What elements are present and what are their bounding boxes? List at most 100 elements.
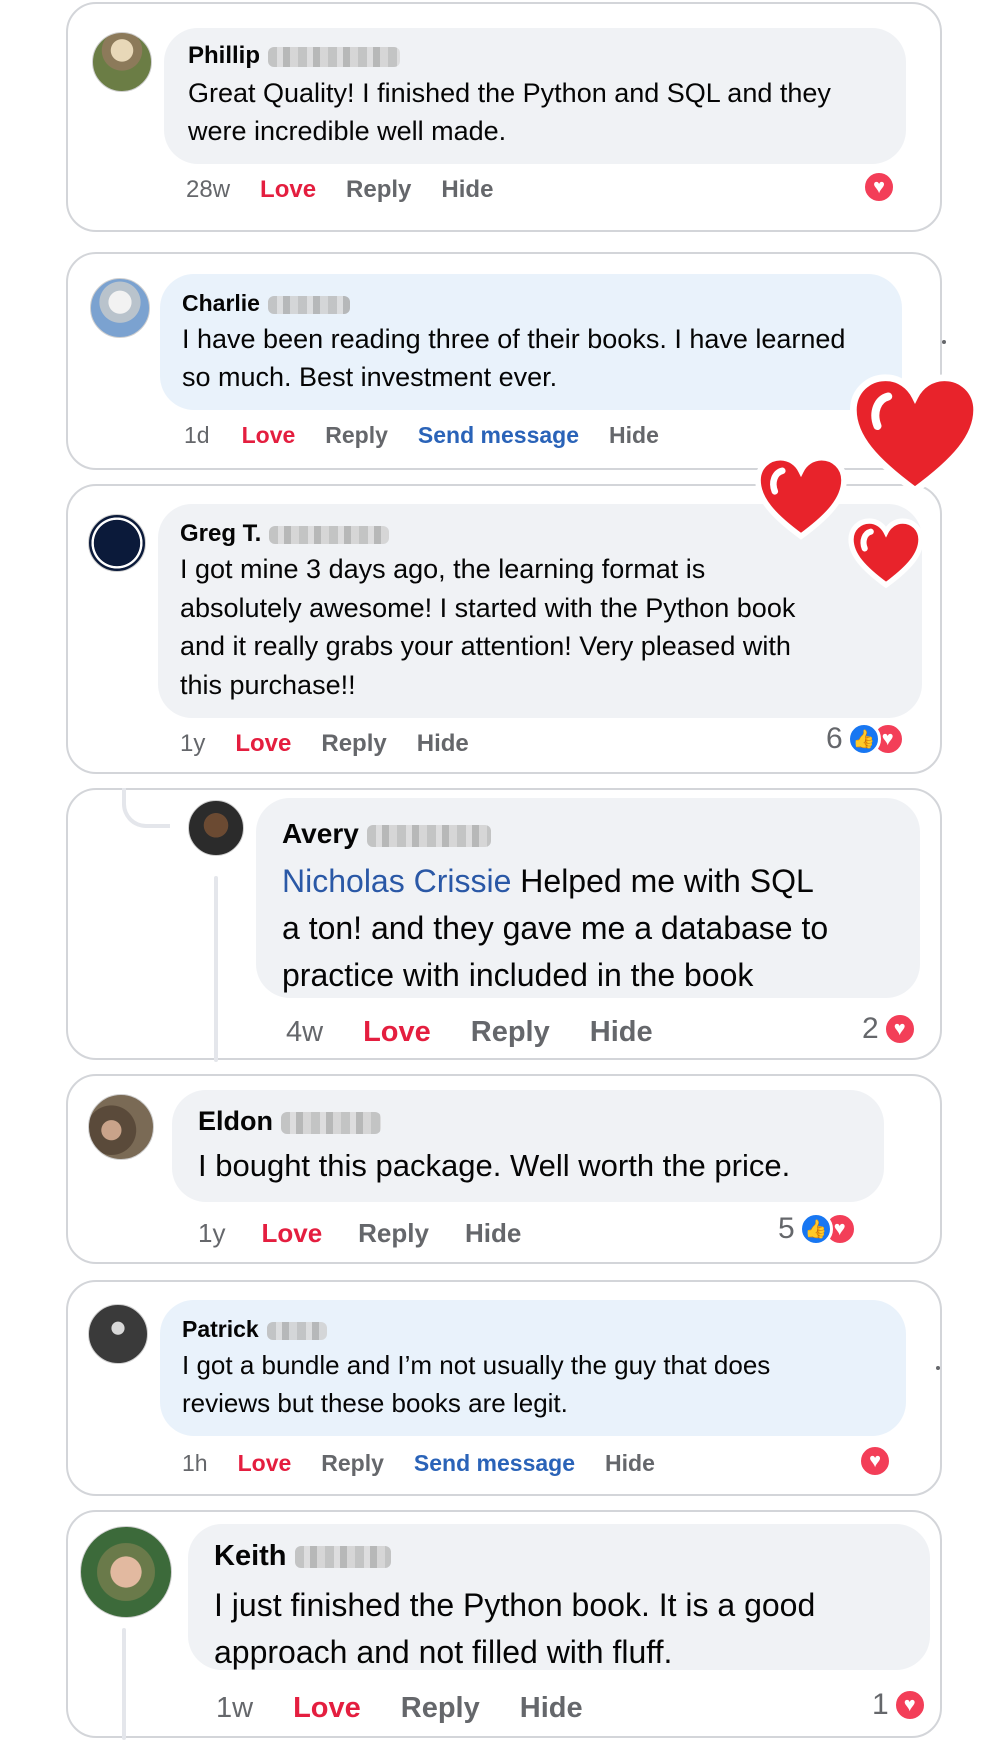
avatar[interactable] [88, 514, 146, 572]
hide-button[interactable]: Hide [605, 1450, 655, 1477]
like-icon: 👍 [798, 1212, 833, 1246]
avatar[interactable] [88, 1094, 154, 1160]
love-button[interactable]: Love [363, 1016, 431, 1049]
commenter-name[interactable]: Charlie [182, 290, 350, 317]
heart-icon: ♥ [882, 1012, 917, 1046]
redacted-surname [294, 1546, 391, 1569]
send-message-button[interactable]: Send message [418, 422, 579, 449]
comment-bubble: Phillip Great Quality! I finished the Py… [164, 28, 906, 164]
commenter-name[interactable]: Greg T. [180, 520, 390, 548]
love-button[interactable]: Love [260, 176, 316, 204]
avatar[interactable] [90, 278, 150, 338]
reply-button[interactable]: Reply [346, 176, 411, 204]
hide-button[interactable]: Hide [465, 1218, 521, 1249]
comment-actions: 1y Love Reply Hide [180, 730, 469, 758]
comment-card: Patrick I got a bundle and I’m not usual… [66, 1280, 942, 1496]
commenter-name[interactable]: Avery [282, 818, 491, 850]
heart-icon: ♥ [858, 1444, 892, 1478]
comment-actions: 1h Love Reply Send message Hide [182, 1450, 655, 1477]
avatar[interactable] [188, 800, 244, 856]
comment-text: I got a bundle and I’m not usually the g… [182, 1350, 771, 1418]
reaction-summary[interactable]: 5 👍 ♥ [778, 1212, 857, 1246]
timestamp[interactable]: 28w [186, 176, 230, 204]
hide-button[interactable]: Hide [417, 730, 469, 758]
timestamp[interactable]: 1y [198, 1218, 225, 1249]
comment-text: I have been reading three of their books… [182, 324, 846, 392]
like-icon: 👍 [846, 722, 881, 756]
hide-button[interactable]: Hide [609, 422, 659, 449]
commenter-name[interactable]: Phillip [188, 42, 400, 70]
comment-bubble: Eldon I bought this package. Well worth … [172, 1090, 884, 1202]
commenter-name[interactable]: Keith [214, 1540, 391, 1573]
reaction-count: 1 [872, 1688, 889, 1721]
comment-card: Eldon I bought this package. Well worth … [66, 1074, 942, 1264]
send-message-button[interactable]: Send message [414, 1450, 575, 1477]
reaction-summary[interactable]: 6 👍 ♥ [826, 722, 905, 756]
decorative-heart-icon [755, 454, 847, 540]
decorative-heart-icon [850, 374, 980, 495]
avatar[interactable] [88, 1304, 148, 1364]
comment-bubble: Keith I just finished the Python book. I… [188, 1524, 930, 1670]
more-options-icon[interactable] [936, 1366, 940, 1370]
redacted-surname [366, 824, 491, 847]
avatar[interactable] [92, 32, 152, 92]
reaction-count: 6 [826, 722, 843, 755]
comment-bubble: Charlie I have been reading three of the… [160, 274, 902, 410]
thread-connector [122, 788, 170, 828]
comment-card: Avery Nicholas Crissie Helped me with SQ… [66, 788, 942, 1062]
avatar[interactable] [80, 1526, 172, 1618]
reaction-summary[interactable]: ♥ [858, 1444, 892, 1478]
comment-text: I just finished the Python book. It is a… [214, 1587, 816, 1670]
reply-button[interactable]: Reply [401, 1692, 480, 1725]
comment-bubble: Patrick I got a bundle and I’m not usual… [160, 1300, 906, 1436]
reply-button[interactable]: Reply [471, 1016, 550, 1049]
timestamp[interactable]: 1w [216, 1692, 253, 1725]
reaction-summary[interactable]: 1 ♥ [872, 1688, 927, 1722]
timestamp[interactable]: 1y [180, 730, 205, 758]
comment-actions: 4w Love Reply Hide [286, 1016, 653, 1049]
redacted-surname [281, 1111, 381, 1134]
thread-line [214, 876, 218, 1062]
reply-button[interactable]: Reply [321, 1450, 384, 1477]
redacted-surname [267, 295, 350, 314]
heart-icon: ♥ [862, 170, 896, 204]
timestamp[interactable]: 4w [286, 1016, 323, 1049]
timestamp[interactable]: 1h [182, 1450, 208, 1477]
hide-button[interactable]: Hide [590, 1016, 653, 1049]
comment-card: Keith I just finished the Python book. I… [66, 1510, 942, 1740]
comment-card: Charlie I have been reading three of the… [66, 252, 946, 470]
comment-card: Phillip Great Quality! I finished the Py… [66, 2, 942, 232]
comment-text: Great Quality! I finished the Python and… [188, 78, 831, 146]
thread-line [122, 1628, 126, 1740]
comment-text: I bought this package. Well worth the pr… [198, 1148, 791, 1183]
timestamp[interactable]: 1d [184, 422, 210, 449]
more-options-icon[interactable] [942, 340, 946, 344]
comment-text: I got mine 3 days ago, the learning form… [180, 554, 796, 700]
commenter-name[interactable]: Patrick [182, 1316, 327, 1343]
reply-button[interactable]: Reply [321, 730, 386, 758]
love-button[interactable]: Love [261, 1218, 322, 1249]
hide-button[interactable]: Hide [520, 1692, 583, 1725]
reply-button[interactable]: Reply [358, 1218, 429, 1249]
comment-bubble: Avery Nicholas Crissie Helped me with SQ… [256, 798, 920, 998]
comment-text: Nicholas Crissie Helped me with SQL a to… [282, 863, 829, 993]
reaction-count: 5 [778, 1212, 795, 1245]
comment-actions: 1w Love Reply Hide [216, 1692, 583, 1725]
comment-actions: 1d Love Reply Send message Hide [184, 422, 659, 449]
commenter-name[interactable]: Eldon [198, 1106, 381, 1137]
decorative-heart-icon [848, 518, 924, 588]
heart-icon: ♥ [892, 1688, 927, 1722]
hide-button[interactable]: Hide [441, 176, 493, 204]
love-button[interactable]: Love [235, 730, 291, 758]
love-button[interactable]: Love [238, 1450, 292, 1477]
mention-link[interactable]: Nicholas Crissie [282, 863, 511, 899]
redacted-surname [266, 1321, 327, 1340]
love-button[interactable]: Love [293, 1692, 361, 1725]
reaction-count: 2 [862, 1012, 879, 1045]
love-button[interactable]: Love [242, 422, 296, 449]
reply-button[interactable]: Reply [325, 422, 388, 449]
reaction-summary[interactable]: 2 ♥ [862, 1012, 917, 1046]
comment-actions: 1y Love Reply Hide [198, 1218, 521, 1249]
reaction-summary[interactable]: ♥ [862, 170, 896, 204]
comment-actions: 28w Love Reply Hide [186, 176, 493, 204]
